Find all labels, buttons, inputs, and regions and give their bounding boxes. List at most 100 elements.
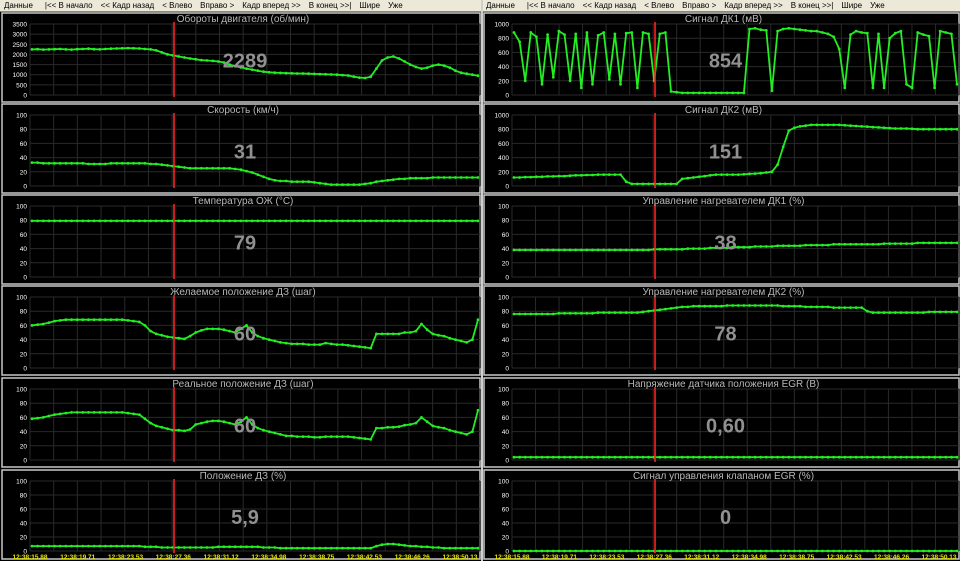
data-point [826, 305, 830, 309]
data-point [137, 161, 141, 165]
data-point [731, 455, 735, 459]
data-point [843, 455, 847, 459]
data-point [636, 182, 639, 186]
data-point [669, 307, 673, 310]
data-point [708, 246, 712, 250]
data-point [832, 455, 835, 459]
data-point [216, 545, 220, 549]
data-point [922, 33, 925, 36]
y-tick-label: 20 [502, 535, 510, 542]
data-point [860, 242, 864, 246]
data-point [256, 426, 260, 430]
data-point [950, 455, 953, 459]
data-point [647, 182, 650, 186]
data-point [781, 549, 785, 553]
data-point [675, 455, 678, 459]
data-point [154, 332, 158, 336]
data-point [211, 59, 215, 63]
data-point [233, 545, 237, 549]
data-point [849, 549, 852, 553]
current-value-label: 151 [709, 142, 742, 164]
data-point [557, 311, 561, 315]
data-point [871, 86, 875, 90]
data-point [465, 546, 469, 550]
data-point [703, 174, 707, 178]
data-point [574, 248, 578, 252]
data-point [731, 91, 735, 95]
data-point [183, 56, 186, 59]
data-point [471, 546, 474, 550]
data-point [821, 549, 824, 553]
data-point [216, 327, 220, 331]
x-time-label: 12:38:23.53 [108, 554, 143, 561]
data-point [551, 455, 555, 459]
y-tick-label: 40 [502, 246, 510, 253]
data-point [568, 455, 572, 459]
data-point [854, 549, 858, 553]
data-point [228, 421, 232, 425]
data-point [893, 311, 897, 314]
data-point [459, 431, 463, 435]
data-point [540, 312, 544, 316]
data-point [860, 31, 864, 34]
data-point [933, 86, 936, 90]
data-point [120, 46, 124, 50]
data-point [764, 171, 768, 174]
data-point [815, 455, 819, 459]
data-point [205, 327, 209, 331]
data-point [284, 546, 288, 550]
data-point [793, 549, 796, 553]
y-tick-label: 40 [502, 521, 510, 528]
data-point [916, 31, 920, 34]
data-point [899, 311, 903, 314]
column-splitter[interactable] [481, 0, 483, 561]
data-point [75, 219, 79, 223]
data-point [551, 312, 555, 316]
data-point [793, 126, 796, 130]
data-point [832, 123, 835, 127]
data-point [748, 245, 751, 249]
data-point [944, 549, 948, 553]
data-point [454, 430, 457, 433]
data-point [854, 29, 858, 33]
data-point [442, 426, 446, 430]
y-tick-label: 800 [498, 36, 509, 43]
data-point [70, 411, 73, 414]
data-point [188, 546, 192, 549]
data-point [658, 32, 662, 36]
y-tick-label: 1500 [13, 62, 28, 69]
current-value-label: 0,60 [706, 416, 745, 438]
data-point [295, 219, 299, 223]
data-point [675, 549, 678, 553]
data-point [58, 219, 62, 223]
data-point [75, 411, 79, 414]
data-point [386, 219, 390, 223]
data-point [910, 311, 914, 314]
data-point [183, 429, 186, 433]
data-point [81, 161, 85, 165]
data-point [922, 455, 925, 459]
data-point [585, 311, 589, 315]
data-point [358, 76, 361, 79]
data-point [585, 549, 589, 553]
data-point [420, 416, 423, 419]
data-point [950, 32, 953, 36]
y-tick-label: 20 [20, 260, 28, 267]
data-point [358, 546, 361, 550]
chart-title: Обороты двигателя (об/мин) [177, 13, 309, 25]
data-point [352, 183, 356, 187]
data-point [680, 91, 684, 95]
y-tick-label: 20 [20, 535, 28, 542]
data-point [160, 163, 164, 167]
y-tick-label: 0 [505, 93, 509, 100]
data-point [753, 455, 757, 459]
data-point [804, 29, 807, 32]
data-point [523, 175, 527, 179]
data-point [211, 546, 215, 549]
data-point [708, 91, 712, 95]
data-point [386, 178, 390, 182]
data-point [557, 29, 561, 33]
data-point [160, 51, 164, 54]
data-point [529, 549, 533, 553]
data-point [183, 546, 186, 549]
